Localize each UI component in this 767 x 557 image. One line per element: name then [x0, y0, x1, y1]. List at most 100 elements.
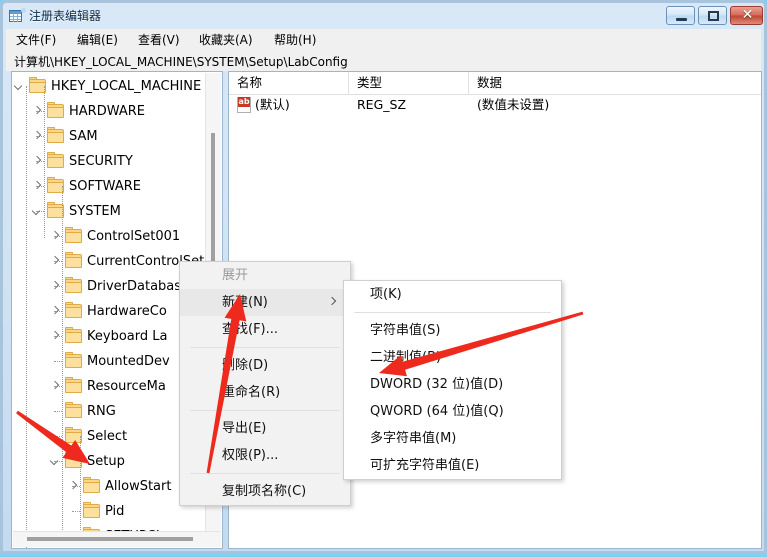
close-button[interactable]: ✕: [730, 6, 763, 25]
chevron-right-icon[interactable]: [32, 156, 43, 167]
tree-guide-line: [44, 86, 45, 238]
submenu-item-dword-value[interactable]: DWORD (32 位)值(D): [344, 371, 561, 398]
tree-item-label: ResourceMa: [87, 379, 166, 394]
context-menu-item-permissions[interactable]: 权限(P)...: [180, 442, 350, 469]
tree-item-label: HARDWARE: [69, 104, 145, 119]
tree-item-label: SAM: [69, 129, 98, 144]
tree-item-label: SOFTWARE: [69, 179, 141, 194]
tree-item-label: MountedDev: [87, 354, 170, 369]
chevron-right-icon: [329, 298, 336, 305]
tree-item-software[interactable]: SOFTWARE: [12, 174, 212, 199]
maximize-button[interactable]: [698, 6, 727, 25]
tree-horizontal-scroll-thumb[interactable]: [27, 537, 193, 541]
context-menu-item-rename[interactable]: 重命名(R): [180, 379, 350, 406]
tree-guide-line: [26, 86, 27, 548]
registry-values-list: (默认) REG_SZ (数值未设置): [229, 94, 761, 116]
submenu-item-qword-value[interactable]: QWORD (64 位)值(Q): [344, 398, 561, 425]
chevron-right-icon[interactable]: [50, 256, 61, 267]
chevron-down-icon[interactable]: [50, 456, 61, 467]
tree-item-hkey-local-machine[interactable]: HKEY_LOCAL_MACHINE: [12, 74, 212, 99]
chevron-right-icon[interactable]: [50, 231, 61, 242]
folder-icon: [65, 402, 82, 418]
title-bar[interactable]: 注册表编辑器 ✕: [3, 3, 764, 29]
tree-guide-line: [62, 186, 63, 534]
tree-item-label: RNG: [87, 404, 116, 419]
context-menu-item-export[interactable]: 导出(E): [180, 415, 350, 442]
column-header-data[interactable]: 数据: [469, 72, 761, 94]
menu-help[interactable]: 帮助(H): [272, 32, 318, 49]
tree-item-label: SECURITY: [69, 154, 133, 169]
tree-horizontal-scrollbar[interactable]: [13, 531, 221, 547]
chevron-right-icon[interactable]: [50, 281, 61, 292]
tree-item-hardware[interactable]: HARDWARE: [12, 99, 212, 124]
folder-icon: [65, 377, 82, 393]
tree-guide-line: [80, 436, 81, 536]
maximize-icon: [708, 11, 719, 21]
chevron-right-icon[interactable]: [32, 131, 43, 142]
folder-icon: [83, 477, 100, 493]
chevron-down-icon[interactable]: [14, 81, 25, 92]
tree-item-label: DriverDatabase: [87, 279, 190, 294]
tree-connector: [54, 436, 62, 437]
folder-icon: [65, 327, 82, 343]
folder-icon: [65, 277, 82, 293]
submenu-separator: [354, 312, 551, 313]
chevron-right-icon[interactable]: [32, 106, 43, 117]
folder-icon: [83, 502, 100, 518]
folder-icon: [65, 302, 82, 318]
address-bar[interactable]: 计算机\HKEY_LOCAL_MACHINE\SYSTEM\Setup\LabC…: [6, 51, 761, 71]
context-menu-separator: [190, 347, 340, 348]
context-menu[interactable]: 展开 新建(N) 查找(F)... 删除(D) 重命名(R) 导出(E) 权限(…: [179, 261, 351, 506]
folder-icon: [47, 127, 64, 143]
submenu-item-key[interactable]: 项(K): [344, 281, 561, 308]
context-menu-separator: [190, 473, 340, 474]
column-header-name[interactable]: 名称: [229, 72, 349, 94]
tree-item-controlset001[interactable]: ControlSet001: [12, 224, 212, 249]
submenu-item-string-value[interactable]: 字符串值(S): [344, 317, 561, 344]
chevron-right-icon[interactable]: [68, 481, 79, 492]
tree-item-label: ControlSet001: [87, 229, 181, 244]
folder-icon: [65, 227, 82, 243]
tree-item-label: Keyboard La: [87, 329, 168, 344]
submenu-item-multi-string-value[interactable]: 多字符串值(M): [344, 425, 561, 452]
tree-item-label: Pid: [105, 504, 125, 519]
chevron-right-icon[interactable]: [32, 181, 43, 192]
folder-icon: [65, 352, 82, 368]
chevron-down-icon[interactable]: [32, 206, 43, 217]
tree-item-system[interactable]: SYSTEM: [12, 199, 212, 224]
tree-connector: [54, 411, 62, 412]
chevron-right-icon[interactable]: [50, 306, 61, 317]
menu-edit[interactable]: 编辑(E): [75, 32, 120, 49]
context-menu-separator: [190, 410, 340, 411]
tree-item-label: Select: [87, 429, 128, 444]
tree-item-label: SYSTEM: [69, 204, 121, 219]
minimize-icon: [676, 18, 687, 21]
submenu-item-binary-value[interactable]: 二进制值(B): [344, 344, 561, 371]
context-menu-item-new[interactable]: 新建(N): [180, 289, 350, 316]
tree-connector: [54, 361, 62, 362]
registry-editor-window: 注册表编辑器 ✕ 文件(F) 编辑(E) 查看(V) 收藏夹(A) 帮助(H) …: [0, 0, 767, 554]
value-data: (数值未设置): [477, 97, 550, 112]
menu-favorites[interactable]: 收藏夹(A): [197, 32, 255, 49]
registry-path: 计算机\HKEY_LOCAL_MACHINE\SYSTEM\Setup\LabC…: [14, 55, 348, 69]
table-row[interactable]: (默认) REG_SZ (数值未设置): [229, 94, 761, 116]
context-menu-item-find[interactable]: 查找(F)...: [180, 316, 350, 343]
minimize-button[interactable]: [666, 6, 695, 25]
menu-bar: 文件(F) 编辑(E) 查看(V) 收藏夹(A) 帮助(H): [6, 29, 761, 51]
menu-view[interactable]: 查看(V): [136, 32, 182, 49]
string-value-icon: [237, 97, 251, 113]
list-column-headers: 名称 类型 数据: [229, 72, 761, 95]
tree-item-security[interactable]: SECURITY: [12, 149, 212, 174]
chevron-right-icon[interactable]: [50, 331, 61, 342]
submenu-item-expandable-string-value[interactable]: 可扩充字符串值(E): [344, 452, 561, 479]
menu-file[interactable]: 文件(F): [14, 32, 58, 49]
context-menu-item-delete[interactable]: 删除(D): [180, 352, 350, 379]
chevron-right-icon[interactable]: [50, 381, 61, 392]
column-header-type[interactable]: 类型: [349, 72, 469, 94]
context-menu-item-copy-key-name[interactable]: 复制项名称(C): [180, 478, 350, 505]
tree-item-sam[interactable]: SAM: [12, 124, 212, 149]
tree-item-label: HardwareCo: [87, 304, 167, 319]
tree-item-label: AllowStart: [105, 479, 172, 494]
new-submenu[interactable]: 项(K) 字符串值(S) 二进制值(B) DWORD (32 位)值(D) QW…: [343, 280, 562, 480]
value-name: (默认): [255, 97, 290, 112]
